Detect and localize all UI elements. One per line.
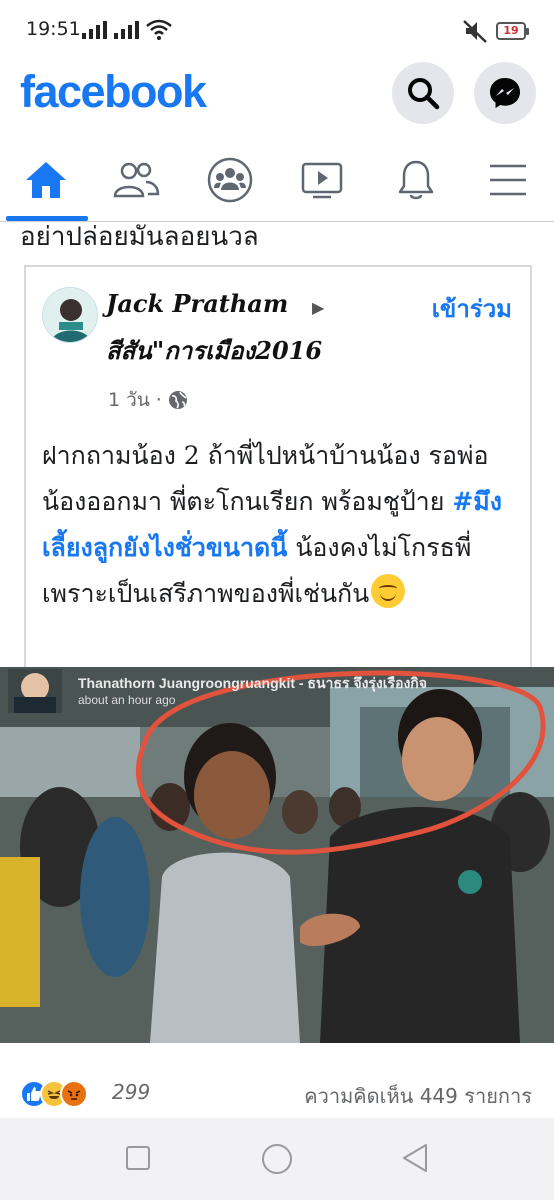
post-author[interactable]: Jack Pratham xyxy=(106,289,288,318)
arrow-right-icon: ▶ xyxy=(312,298,325,317)
image-overlay-name: Thanathorn Juangroongruangkit - ธนาธร จึ… xyxy=(78,675,427,691)
home-icon xyxy=(26,162,66,198)
friends-icon xyxy=(113,162,160,198)
android-nav-bar xyxy=(0,1118,554,1200)
back-button[interactable] xyxy=(400,1142,430,1174)
globe-icon xyxy=(168,391,187,409)
watch-icon xyxy=(301,162,343,199)
tab-notifications[interactable] xyxy=(386,156,446,204)
app-header: facebook xyxy=(0,62,554,132)
image-overlay-time: about an hour ago xyxy=(78,693,176,707)
group-name[interactable]: สีสัน"การเมือง2016 xyxy=(106,331,322,370)
post-time[interactable]: 1 วัน xyxy=(108,385,150,415)
recent-apps-button[interactable] xyxy=(124,1144,152,1172)
mute-icon xyxy=(463,20,487,43)
tab-menu[interactable] xyxy=(478,156,538,204)
signal-icon xyxy=(82,21,107,39)
avatar-image xyxy=(43,288,97,342)
wifi-icon xyxy=(146,19,172,40)
signal-icon xyxy=(114,21,139,39)
comment-count[interactable]: ความคิดเห็น 449 รายการ xyxy=(304,1080,532,1112)
join-group-button[interactable]: เข้าร่วม xyxy=(432,289,512,328)
groups-icon xyxy=(207,157,253,203)
post-image[interactable]: Thanathorn Juangroongruangkit - ธนาธร จึ… xyxy=(0,667,554,1043)
search-icon xyxy=(408,78,440,110)
tab-friends[interactable] xyxy=(106,156,166,204)
post-text-part: ฝากถามน้อง 2 ถ้าพี่ไปหน้าบ้านน้อง รอพ่อน… xyxy=(42,441,489,516)
avatar[interactable] xyxy=(42,287,98,343)
reactions-bar: 299 ความคิดเห็น 449 รายการ xyxy=(0,1058,554,1118)
reaction-count[interactable]: 299 xyxy=(112,1080,150,1104)
messenger-button[interactable] xyxy=(474,62,536,124)
separator-dot: · xyxy=(155,389,162,411)
photo-illustration xyxy=(0,667,554,1043)
previous-post-text: อย่าปล่อยมันลอยนวล xyxy=(20,222,259,252)
reaction-icons[interactable] xyxy=(20,1080,88,1108)
menu-icon xyxy=(490,164,526,196)
messenger-icon xyxy=(490,78,520,108)
battery-icon: 19 xyxy=(496,22,529,40)
tab-watch[interactable] xyxy=(292,156,352,204)
tab-groups[interactable] xyxy=(200,156,260,204)
clock: 19:51 xyxy=(26,18,81,40)
status-bar: 19:51 19 xyxy=(0,0,554,62)
angry-icon xyxy=(60,1080,88,1108)
bell-icon xyxy=(398,160,434,200)
post-text: ฝากถามน้อง 2 ถ้าพี่ไปหน้าบ้านน้อง รอพ่อน… xyxy=(42,433,512,617)
post-card: Jack Pratham ▶ สีสัน"การเมือง2016 เข้าร่… xyxy=(24,265,532,667)
main-tabs xyxy=(0,146,554,222)
post-meta: 1 วัน · xyxy=(108,385,188,415)
smile-emoji-icon xyxy=(371,574,406,608)
facebook-logo[interactable]: facebook xyxy=(20,66,207,118)
tab-home[interactable] xyxy=(16,156,76,204)
search-button[interactable] xyxy=(392,62,454,124)
home-button[interactable] xyxy=(260,1142,294,1176)
